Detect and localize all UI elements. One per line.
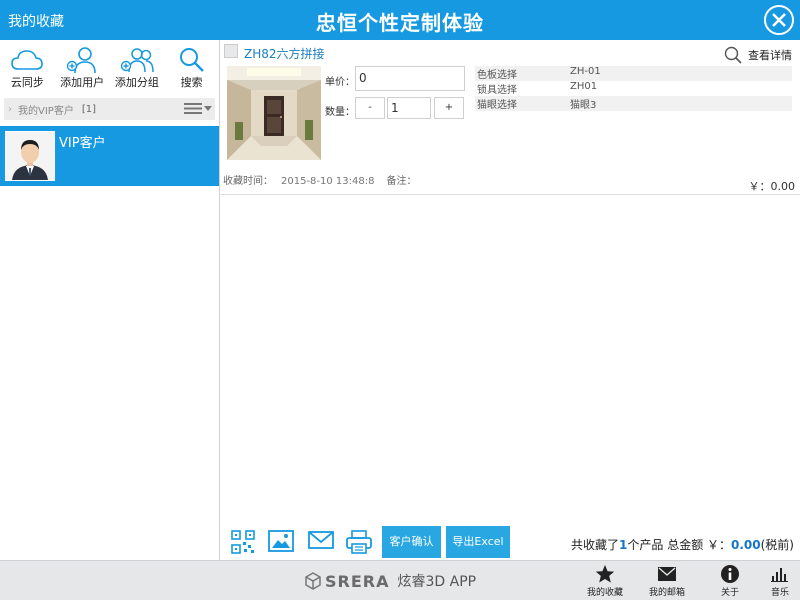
quantity-input[interactable]: 1 bbox=[387, 97, 431, 119]
tab-about[interactable]: 关于 bbox=[702, 563, 758, 598]
email-button[interactable] bbox=[308, 530, 336, 554]
print-button[interactable] bbox=[346, 530, 374, 554]
option-value: 猫眼3 bbox=[570, 100, 597, 111]
cloud-sync-button[interactable]: 云同步 bbox=[0, 40, 55, 98]
qr-code-icon bbox=[231, 530, 255, 554]
option-value: ZH-01 bbox=[570, 66, 601, 77]
tab-label: 关于 bbox=[720, 588, 739, 598]
chevron-right-icon: › bbox=[8, 103, 12, 115]
search-label: 搜索 bbox=[180, 76, 203, 89]
sidebar: 云同步 添加用户 添加分组 搜索 › 我的VIP客户 [1] VIP客户 bbox=[0, 40, 220, 560]
view-details-label: 查看详情 bbox=[748, 49, 792, 62]
customer-name: VIP客户 bbox=[59, 136, 106, 151]
tab-my-favorites[interactable]: 我的收藏 bbox=[577, 563, 633, 598]
print-icon bbox=[346, 530, 372, 554]
user-avatar-icon bbox=[6, 132, 54, 180]
favorite-time-row: 收藏时间： 2015-8-10 13:48:8 备注： bbox=[223, 172, 416, 187]
add-group-button[interactable]: 添加分组 bbox=[110, 40, 165, 98]
cloud-icon bbox=[11, 50, 44, 70]
menu-dropdown-icon bbox=[184, 103, 212, 114]
add-group-label: 添加分组 bbox=[114, 76, 159, 89]
favorite-time-label: 收藏时间： bbox=[223, 176, 273, 187]
music-bars-icon bbox=[771, 568, 788, 582]
product-name[interactable]: ZH82六方拼接 bbox=[244, 45, 325, 62]
product-thumbnail[interactable] bbox=[227, 66, 321, 160]
tab-label: 我的收藏 bbox=[586, 588, 623, 598]
tab-my-mailbox[interactable]: 我的邮箱 bbox=[639, 563, 695, 598]
add-group-icon bbox=[120, 48, 154, 73]
summary-amount: 0.00 bbox=[731, 538, 761, 552]
option-row: 猫眼选择 猫眼3 bbox=[475, 96, 792, 111]
unit-price-input[interactable]: 0 bbox=[355, 66, 465, 91]
close-icon bbox=[772, 13, 786, 27]
avatar bbox=[5, 131, 55, 181]
tab-music[interactable]: 音乐 bbox=[752, 563, 800, 598]
brand-name: SRERA bbox=[325, 571, 390, 591]
sidebar-toolbar: 云同步 添加用户 添加分组 搜索 bbox=[0, 40, 219, 98]
star-icon bbox=[595, 565, 615, 583]
mail-icon bbox=[308, 531, 334, 549]
add-user-icon bbox=[66, 47, 96, 74]
favorite-time-value: 2015-8-10 13:48:8 bbox=[281, 176, 375, 187]
brand-logo: SRERA 炫睿3D APP bbox=[305, 571, 476, 591]
group-name: 我的VIP客户 bbox=[18, 105, 74, 117]
add-user-button[interactable]: 添加用户 bbox=[55, 40, 110, 98]
tab-label: 我的邮箱 bbox=[648, 588, 685, 598]
image-icon bbox=[268, 530, 294, 552]
search-icon bbox=[179, 48, 204, 72]
customer-group-header[interactable]: › 我的VIP客户 [1] bbox=[4, 98, 215, 120]
summary-middle: 个产品 总金额 ￥： bbox=[627, 538, 732, 552]
favorites-panel: ZH82六方拼接 查看详情 单价： 0 数量： - 1 + 色板选择 ZH-01… bbox=[221, 40, 800, 560]
door-room-image bbox=[227, 66, 321, 160]
add-user-label: 添加用户 bbox=[60, 76, 105, 89]
favorites-summary: 共收藏了1个产品 总金额 ￥：0.00(税前) bbox=[571, 536, 794, 553]
search-icon bbox=[724, 46, 742, 64]
summary-prefix: 共收藏了 bbox=[571, 538, 620, 552]
product-subtotal: ￥：0.00 bbox=[748, 180, 796, 193]
page-title: 忠恒个性定制体验 bbox=[316, 11, 484, 35]
action-bar: 客户确认 导出Excel 共收藏了1个产品 总金额 ￥：0.00(税前) bbox=[221, 526, 800, 560]
brand-app-name: 炫睿3D APP bbox=[397, 574, 477, 590]
info-icon bbox=[721, 565, 739, 583]
image-button[interactable] bbox=[268, 530, 296, 554]
unit-price-label: 单价： bbox=[325, 77, 355, 88]
export-excel-button[interactable]: 导出Excel bbox=[446, 526, 510, 558]
group-menu-button[interactable] bbox=[183, 102, 213, 118]
title-bar: 我的收藏 忠恒个性定制体验 bbox=[0, 0, 800, 40]
mail-icon bbox=[658, 567, 676, 581]
option-value: ZH01 bbox=[570, 81, 598, 92]
option-key: 锁具选择 bbox=[477, 85, 517, 96]
option-key: 猫眼选择 bbox=[477, 100, 517, 111]
product-card: ZH82六方拼接 查看详情 单价： 0 数量： - 1 + 色板选择 ZH-01… bbox=[221, 40, 800, 195]
qr-code-button[interactable] bbox=[231, 530, 259, 554]
product-options-table: 色板选择 ZH-01 锁具选择 ZH01 猫眼选择 猫眼3 bbox=[475, 66, 792, 111]
summary-suffix: (税前) bbox=[760, 538, 794, 552]
option-row: 锁具选择 ZH01 bbox=[475, 81, 792, 96]
customer-confirm-button[interactable]: 客户确认 bbox=[382, 526, 441, 558]
search-button[interactable]: 搜索 bbox=[164, 40, 219, 98]
note-label[interactable]: 备注： bbox=[386, 176, 416, 187]
close-button[interactable] bbox=[764, 5, 794, 35]
view-details-link[interactable]: 查看详情 bbox=[724, 46, 792, 64]
bottom-nav: SRERA 炫睿3D APP 我的收藏 我的邮箱 关于 音乐 bbox=[0, 560, 800, 600]
option-row: 色板选择 ZH-01 bbox=[475, 66, 792, 81]
group-count: [1] bbox=[81, 103, 96, 115]
cloud-sync-label: 云同步 bbox=[10, 76, 44, 89]
cube-logo-icon bbox=[305, 572, 321, 590]
tab-label: 音乐 bbox=[770, 588, 789, 598]
quantity-increase-button[interactable]: + bbox=[434, 97, 464, 119]
quantity-label: 数量： bbox=[325, 107, 355, 118]
quantity-decrease-button[interactable]: - bbox=[355, 97, 385, 119]
option-key: 色板选择 bbox=[477, 70, 517, 81]
customer-list-item[interactable]: VIP客户 bbox=[0, 126, 219, 186]
product-select-checkbox[interactable] bbox=[224, 44, 238, 58]
